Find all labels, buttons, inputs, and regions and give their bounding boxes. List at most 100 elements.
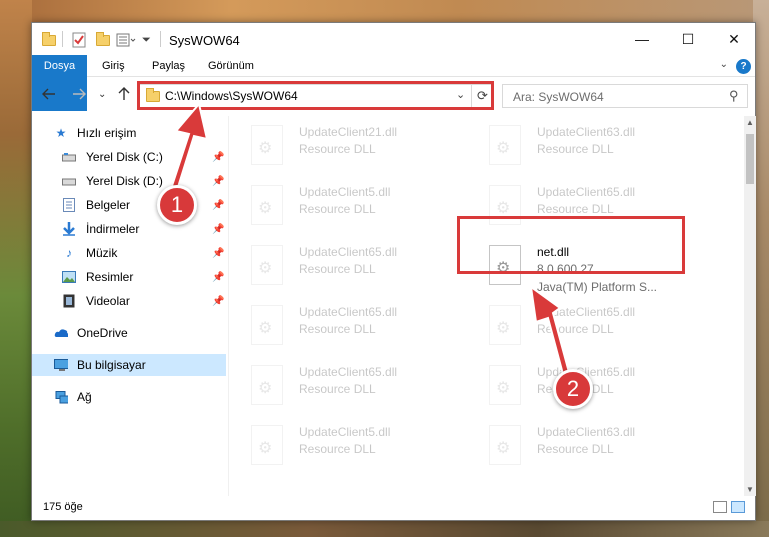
expand-ribbon-icon[interactable]: ⌄ <box>720 59 728 70</box>
up-button[interactable] <box>117 87 131 104</box>
dll-file-icon <box>251 245 283 285</box>
details-view-icon[interactable] <box>713 501 727 513</box>
navigation-pane: ★ Hızlı erişim Yerel Disk (C:) 📌 Yerel D… <box>32 116 226 496</box>
dll-file-icon <box>489 365 521 405</box>
pin-icon[interactable]: 📌 <box>212 176 224 187</box>
step-badge-2: 2 <box>553 369 593 409</box>
scroll-up-icon[interactable]: ▲ <box>746 118 754 127</box>
file-description: Resource DLL <box>299 442 376 456</box>
nav-item-c-drive[interactable]: Yerel Disk (C:) 📌 <box>32 146 226 168</box>
nav-label: Resimler <box>86 270 134 284</box>
nav-label: OneDrive <box>77 326 128 340</box>
computer-icon <box>54 358 68 372</box>
nav-item-pictures[interactable]: Resimler 📌 <box>32 266 226 288</box>
file-name: UpdateClient65.dll <box>299 365 398 379</box>
music-icon: ♪ <box>66 246 72 260</box>
file-name: UpdateClient5.dll <box>299 185 391 199</box>
star-icon: ★ <box>55 126 67 140</box>
file-description: Resource DLL <box>537 322 614 336</box>
file-item[interactable]: UpdateClient21.dll Resource DLL <box>229 119 459 175</box>
file-name: UpdateClient65.dll <box>537 185 636 199</box>
pin-icon[interactable]: 📌 <box>212 200 224 211</box>
dll-file-icon <box>251 125 283 165</box>
close-button[interactable]: ✕ <box>711 23 757 55</box>
search-icon[interactable]: ⚲ <box>729 88 739 104</box>
nav-label: Hızlı erişim <box>77 126 137 140</box>
nav-network[interactable]: Ağ <box>32 386 226 408</box>
pin-icon[interactable]: 📌 <box>212 224 224 235</box>
file-name: UpdateClient65.dll <box>299 245 398 259</box>
file-name: UpdateClient63.dll <box>537 125 636 139</box>
tab-home[interactable]: Giriş <box>92 55 135 77</box>
file-item[interactable]: UpdateClient5.dll Resource DLL <box>229 419 459 475</box>
cloud-icon <box>54 326 68 340</box>
nav-item-d-drive[interactable]: Yerel Disk (D:) 📌 <box>32 170 226 192</box>
file-name: UpdateClient63.dll <box>537 425 636 439</box>
file-item[interactable]: UpdateClient65.dll Resource DLL <box>229 239 459 295</box>
dll-file-icon <box>489 305 521 345</box>
pin-icon[interactable]: 📌 <box>212 152 224 163</box>
dll-file-icon <box>251 185 283 225</box>
maximize-button[interactable]: ☐ <box>665 23 711 55</box>
file-item[interactable]: UpdateClient63.dll Resource DLL <box>467 419 697 475</box>
file-name: UpdateClient65.dll <box>537 305 636 319</box>
dll-file-icon <box>489 125 521 165</box>
tab-share[interactable]: Paylaş <box>142 55 195 77</box>
file-description: Resource DLL <box>299 382 376 396</box>
desktop-background <box>0 521 769 537</box>
pin-icon[interactable]: 📌 <box>212 272 224 283</box>
scroll-down-icon[interactable]: ▼ <box>746 485 754 494</box>
window-title: SysWOW64 <box>169 33 240 48</box>
nav-label: Belgeler <box>86 198 131 212</box>
nav-onedrive[interactable]: OneDrive <box>32 322 226 344</box>
back-button[interactable] <box>42 87 56 104</box>
view-options-icon[interactable] <box>116 31 136 49</box>
documents-icon <box>62 198 76 212</box>
file-item[interactable]: UpdateClient65.dll Resource DLL <box>467 299 697 355</box>
large-icons-view-icon[interactable] <box>731 501 745 513</box>
new-folder-icon[interactable] <box>96 31 110 49</box>
file-name: UpdateClient65.dll <box>299 305 398 319</box>
pictures-icon <box>62 270 76 284</box>
nav-quick-access[interactable]: ★ Hızlı erişim <box>32 122 226 144</box>
file-item[interactable]: UpdateClient5.dll Resource DLL <box>229 179 459 235</box>
nav-this-pc[interactable]: Bu bilgisayar <box>32 354 226 376</box>
file-list: UpdateClient21.dll Resource DLL UpdateCl… <box>229 116 744 496</box>
nav-item-music[interactable]: ♪ Müzik 📌 <box>32 242 226 264</box>
recent-locations-icon[interactable]: ⌄ <box>98 89 106 100</box>
file-item[interactable]: UpdateClient63.dll Resource DLL <box>467 119 697 175</box>
address-row: ⌄ C:\Windows\SysWOW64 ⌄ ⟳ Ara: SysWOW64 … <box>32 78 755 114</box>
vertical-scrollbar[interactable]: ▲ ▼ <box>744 116 756 496</box>
forward-arrow-icon <box>73 88 86 100</box>
drive-icon <box>62 150 76 164</box>
file-description: Resource DLL <box>537 442 614 456</box>
scrollbar-thumb[interactable] <box>746 134 754 184</box>
file-description: Resource DLL <box>299 202 376 216</box>
help-button[interactable]: ? <box>736 59 751 74</box>
properties-icon[interactable] <box>72 31 86 49</box>
nav-item-videos[interactable]: Videolar 📌 <box>32 290 226 312</box>
file-item[interactable]: UpdateClient65.dll Resource DLL <box>229 359 459 415</box>
search-input[interactable]: Ara: SysWOW64 <box>513 90 604 104</box>
forward-button[interactable] <box>72 87 86 104</box>
pin-icon[interactable]: 📌 <box>212 296 224 307</box>
nav-label: Videolar <box>86 294 130 308</box>
back-arrow-icon <box>42 88 55 100</box>
pin-icon[interactable]: 📌 <box>212 248 224 259</box>
nav-label: İndirmeler <box>86 222 140 236</box>
search-box[interactable]: Ara: SysWOW64 ⚲ <box>502 84 748 108</box>
tab-view[interactable]: Görünüm <box>198 55 264 77</box>
nav-label: Ağ <box>77 390 92 404</box>
nav-label: Bu bilgisayar <box>77 358 146 372</box>
minimize-button[interactable]: — <box>619 23 665 55</box>
nav-item-downloads[interactable]: İndirmeler 📌 <box>32 218 226 240</box>
file-name: UpdateClient5.dll <box>299 425 391 439</box>
customize-toolbar-icon[interactable]: ⏷ <box>142 31 151 49</box>
desktop-background <box>0 0 32 537</box>
file-description: Resource DLL <box>299 322 376 336</box>
file-item[interactable]: UpdateClient65.dll Resource DLL <box>229 299 459 355</box>
ribbon-tabs: Dosya Giriş Paylaş Görünüm ⌄ ? <box>32 55 755 111</box>
nav-label: Yerel Disk (C:) <box>86 150 163 164</box>
downloads-icon <box>62 222 76 236</box>
folder-icon <box>42 31 56 49</box>
